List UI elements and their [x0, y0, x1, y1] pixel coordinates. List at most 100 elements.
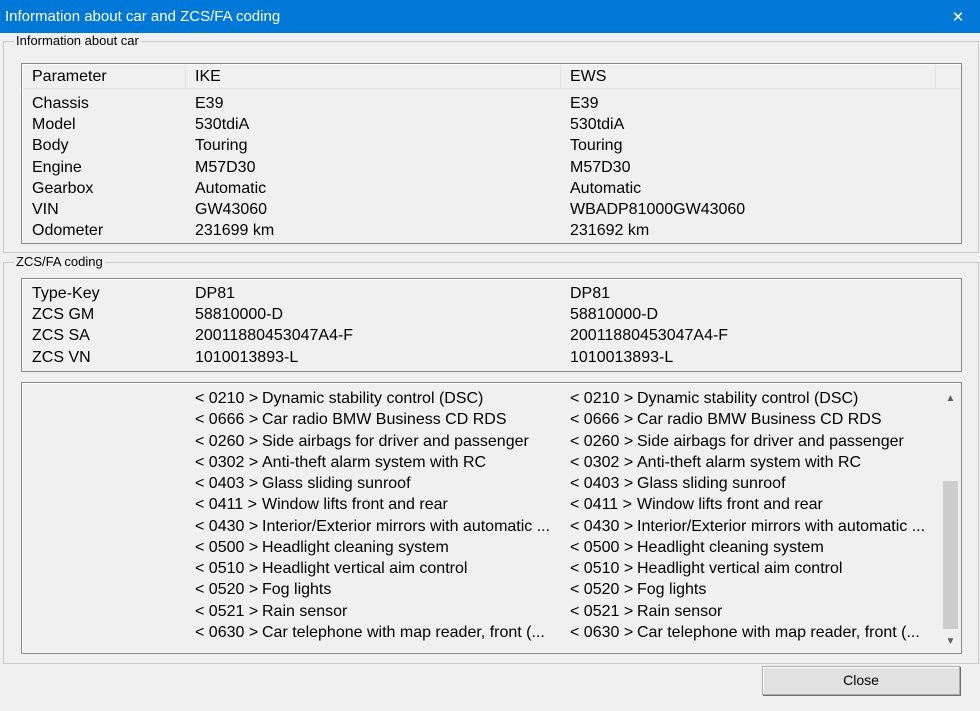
row-parameter: Body [32, 137, 69, 155]
table-row: Odometer 231699 km 231692 km [22, 220, 937, 241]
option-ews-code: < 0630 > [570, 623, 634, 641]
table-row: Engine M57D30 M57D30 [22, 157, 937, 178]
window-close-icon[interactable]: ✕ [936, 0, 980, 33]
option-ike-code: < 0210 > [195, 390, 259, 407]
option-ews-code: < 0210 > [570, 390, 634, 407]
option-ews-desc: Car telephone with map reader, front (..… [637, 623, 920, 641]
row-parameter: Chassis [32, 95, 89, 112]
option-ews-code: < 0510 > [570, 560, 634, 577]
table-row: ZCS VN 1010013893-L 1010013893-L [22, 347, 937, 368]
row-ews-value: WBADP81000GW43060 [570, 201, 746, 218]
row-ews-value: 58810000-D [570, 306, 659, 324]
row-ews-value: Automatic [570, 179, 642, 197]
option-ews-code: < 0521 > [570, 602, 634, 620]
row-ews-value: 530tdiA [570, 116, 625, 134]
option-ews-desc: Glass sliding sunroof [637, 475, 786, 492]
row-parameter: Gearbox [32, 179, 94, 197]
option-ews-desc: Rain sensor [637, 602, 723, 620]
row-ews-value: 20011880453047A4-F [570, 327, 729, 345]
option-ews-desc: Side airbags for driver and passenger [637, 432, 904, 450]
column-header-ews[interactable]: EWS [561, 65, 936, 88]
option-row: < 0630 > Car telephone with map reader, f… [22, 622, 937, 643]
scroll-thumb[interactable] [943, 481, 958, 629]
option-ews-desc: Window lifts front and rear [637, 496, 823, 514]
row-parameter: Engine [32, 158, 82, 176]
row-parameter: Odometer [32, 222, 104, 240]
row-ike-value: 530tdiA [195, 116, 250, 134]
option-ike-code: < 0260 > [195, 432, 259, 450]
option-row: < 0521 > Rain sensor < 0521 > Rain sensor [22, 601, 937, 622]
option-ike-code: < 0521 > [195, 602, 259, 620]
row-parameter: ZCS SA [32, 327, 90, 345]
option-ike-code: < 0666 > [195, 411, 259, 429]
option-ike-code: < 0302 > [195, 453, 259, 471]
column-header-ike[interactable]: IKE [186, 65, 561, 88]
option-row: < 0260 > Side airbags for driver and pass… [22, 431, 937, 452]
zcs-legend: ZCS/FA coding [14, 254, 105, 270]
option-ews-code: < 0411 > [570, 496, 632, 514]
row-ike-value: 1010013893-L [195, 348, 299, 366]
row-ike-value: GW43060 [195, 201, 268, 218]
row-parameter: Model [32, 116, 76, 134]
row-parameter: ZCS GM [32, 306, 95, 324]
row-parameter: ZCS VN [32, 348, 91, 366]
option-ike-desc: Fog lights [262, 581, 332, 599]
option-ews-desc: Fog lights [637, 581, 707, 599]
option-ike-desc: Window lifts front and rear [262, 496, 448, 514]
scroll-up-icon[interactable]: ▲ [941, 390, 960, 407]
options-list: < 0210 > Dynamic stability control (DSC) <… [21, 382, 962, 654]
window-title: Information about car and ZCS/FA coding [5, 8, 281, 25]
car-info-legend: Information about car [14, 33, 141, 49]
option-ews-code: < 0260 > [570, 432, 634, 450]
table-row: Model 530tdiA 530tdiA [22, 114, 937, 135]
option-row: < 0210 > Dynamic stability control (DSC) <… [22, 388, 937, 409]
option-ews-code: < 0666 > [570, 411, 634, 429]
option-ike-desc: Anti-theft alarm system with RC [262, 453, 487, 471]
row-ike-value: 58810000-D [195, 306, 284, 324]
option-ews-desc: Headlight cleaning system [637, 538, 824, 556]
option-ike-desc: Dynamic stability control (DSC) [262, 390, 484, 407]
option-ike-desc: Headlight cleaning system [262, 538, 449, 556]
option-ike-code: < 0430 > [195, 517, 259, 535]
option-row: < 0510 > Headlight vertical aim control < … [22, 558, 937, 579]
scroll-down-icon[interactable]: ▼ [941, 633, 960, 650]
row-parameter: Type-Key [32, 285, 100, 302]
option-ike-desc: Car telephone with map reader, front (..… [262, 623, 545, 641]
option-ews-desc: Interior/Exterior mirrors with automatic… [637, 517, 926, 535]
close-button[interactable]: Close [762, 666, 960, 695]
table-row: Gearbox Automatic Automatic [22, 178, 937, 199]
option-ike-code: < 0520 > [195, 581, 259, 599]
row-ews-value: 1010013893-L [570, 348, 674, 366]
row-ews-value: E39 [570, 95, 599, 112]
row-ike-value: M57D30 [195, 158, 256, 176]
option-ews-code: < 0430 > [570, 517, 634, 535]
title-bar: Information about car and ZCS/FA coding … [0, 0, 980, 33]
row-ike-value: 231699 km [195, 222, 275, 240]
car-info-list: Parameter IKE EWS Chassis E39 E39 Model 530t… [21, 63, 962, 244]
row-ike-value: Touring [195, 137, 248, 155]
option-row: < 0302 > Anti-theft alarm system with RC <… [22, 452, 937, 473]
option-row: < 0430 > Interior/Exterior mirrors with a… [22, 516, 937, 537]
options-scrollbar[interactable]: ▲ ▼ [941, 384, 960, 652]
option-ike-code: < 0403 > [195, 475, 259, 492]
column-header-parameter[interactable]: Parameter [23, 65, 186, 88]
table-row: ZCS SA 20011880453047A4-F 20011880453047A4… [22, 325, 937, 346]
option-row: < 0403 > Glass sliding sunroof < 0403 > Gla… [22, 473, 937, 494]
option-ews-code: < 0302 > [570, 453, 634, 471]
row-ike-value: E39 [195, 95, 224, 112]
option-ike-desc: Glass sliding sunroof [262, 475, 411, 492]
option-ews-desc: Car radio BMW Business CD RDS [637, 411, 882, 429]
car-info-header: Parameter IKE EWS [23, 65, 960, 89]
row-ike-value: Automatic [195, 179, 267, 197]
option-ews-code: < 0500 > [570, 538, 634, 556]
zcs-list: Type-Key DP81 DP81 ZCS GM 58810000-D 58810000… [21, 278, 962, 372]
option-ike-desc: Interior/Exterior mirrors with automatic… [262, 517, 551, 535]
table-row: VIN GW43060 WBADP81000GW43060 [22, 199, 937, 220]
option-ike-code: < 0500 > [195, 538, 259, 556]
table-row: Chassis E39 E39 [22, 93, 937, 114]
option-row: < 0411 > Window lifts front and rear < 041… [22, 494, 937, 515]
option-ews-desc: Dynamic stability control (DSC) [637, 390, 859, 407]
row-ews-value: 231692 km [570, 222, 650, 240]
option-ews-code: < 0403 > [570, 475, 634, 492]
option-row: < 0500 > Headlight cleaning system < 0500 … [22, 537, 937, 558]
